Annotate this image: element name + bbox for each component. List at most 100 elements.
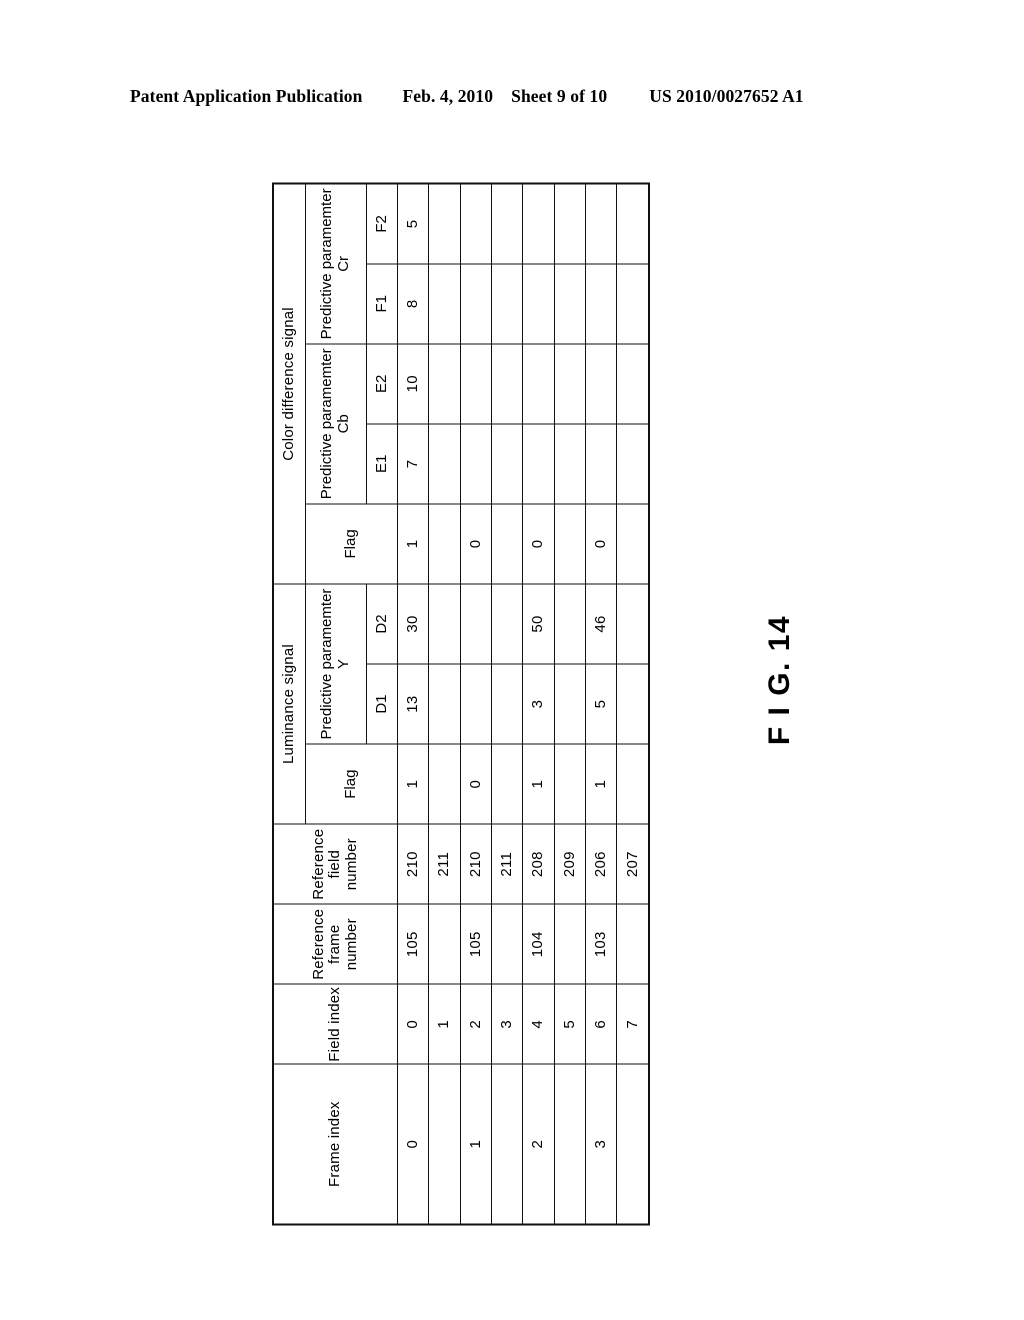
cell-color-e2-cont [616, 343, 649, 424]
cell-luminance-flag-cont [428, 743, 461, 824]
cell-color-e2-cont [554, 343, 586, 424]
cell-reference-field-number-b: 211 [491, 823, 523, 904]
header-luminance-predictive-parameter-y: Predictive paramemter Y [305, 583, 367, 744]
header-color-difference-signal: Color difference signal [273, 183, 306, 584]
cell-reference-frame-number: 105 [397, 903, 429, 984]
header-frame-index: Frame index [273, 1063, 398, 1224]
cell-color-e2: 10 [397, 343, 429, 424]
cell-luminance-d2-cont [491, 583, 523, 664]
header-f1: F1 [366, 263, 398, 344]
cell-color-e1-cont [554, 423, 586, 504]
figure-caption: F I G. 14 [700, 600, 860, 760]
cell-field-index-b: 3 [491, 983, 523, 1064]
cell-color-flag-cont [554, 503, 586, 584]
cell-color-e1 [585, 423, 617, 504]
cell-field-index-a: 6 [585, 983, 617, 1064]
header-color-predictive-parameter-cr: Predictive paramemter Cr [305, 183, 367, 344]
cell-field-index-a: 4 [522, 983, 555, 1064]
cell-reference-frame-number: 105 [460, 903, 492, 984]
cell-field-index-a: 2 [460, 983, 492, 1064]
cell-reference-frame-number-cont [428, 903, 461, 984]
figure-caption-text: F I G. 14 [763, 614, 796, 746]
cell-luminance-d2: 50 [522, 583, 555, 664]
cell-luminance-d2: 46 [585, 583, 617, 664]
cell-color-e1 [522, 423, 555, 504]
header-row-level-1: Frame index Field index Reference frame … [273, 183, 398, 1224]
cell-color-e1-cont [491, 423, 523, 504]
cell-reference-field-number-a: 210 [460, 823, 492, 904]
table-row: 2 4 104 208 1 3 50 0 [522, 183, 555, 1224]
header-e2: E2 [366, 343, 398, 424]
cell-frame-index-cont [491, 1063, 523, 1224]
header-reference-frame-number: Reference frame number [273, 903, 398, 984]
cell-luminance-d2-cont [554, 583, 586, 664]
table-row-sub: 3 211 [491, 183, 523, 1224]
cell-frame-index-cont [428, 1063, 461, 1224]
header-d1: D1 [366, 663, 398, 744]
rotated-table-wrapper: Frame index Field index Reference frame … [272, 182, 650, 1225]
cell-reference-frame-number-cont [554, 903, 586, 984]
cell-color-f2 [522, 183, 555, 264]
cell-color-e1-cont [616, 423, 649, 504]
cell-luminance-d1-cont [428, 663, 461, 744]
cell-color-f2: 5 [397, 183, 429, 264]
header-e1: E1 [366, 423, 398, 504]
cell-color-f1 [460, 263, 492, 344]
cell-color-e2-cont [428, 343, 461, 424]
cell-color-flag: 0 [522, 503, 555, 584]
cell-frame-index: 0 [397, 1063, 429, 1224]
table-row-sub: 7 207 [616, 183, 649, 1224]
table-row-sub: 5 209 [554, 183, 586, 1224]
cell-color-e1-cont [428, 423, 461, 504]
cell-color-f2-cont [616, 183, 649, 264]
cell-color-f2-cont [491, 183, 523, 264]
cell-reference-field-number-a: 208 [522, 823, 555, 904]
table-row: 3 6 103 206 1 5 46 0 [585, 183, 617, 1224]
cell-color-f2-cont [554, 183, 586, 264]
cell-color-f1: 8 [397, 263, 429, 344]
cell-luminance-flag: 1 [585, 743, 617, 824]
cell-frame-index: 3 [585, 1063, 617, 1224]
cell-color-flag-cont [428, 503, 461, 584]
cell-field-index-a: 0 [397, 983, 429, 1064]
cell-color-e1 [460, 423, 492, 504]
cell-luminance-flag-cont [491, 743, 523, 824]
table-row: 0 0 105 210 1 13 30 1 7 10 8 5 [397, 183, 429, 1224]
header-luminance-flag: Flag [305, 743, 398, 824]
cell-luminance-d1: 13 [397, 663, 429, 744]
cell-color-e1: 7 [397, 423, 429, 504]
header-d2: D2 [366, 583, 398, 664]
rotated-table-inner: Frame index Field index Reference frame … [272, 182, 650, 1225]
figure-stage: Frame index Field index Reference frame … [0, 0, 1024, 1320]
cell-reference-field-number-b: 207 [616, 823, 649, 904]
cell-frame-index-cont [554, 1063, 586, 1224]
cell-color-f1 [585, 263, 617, 344]
reference-picture-table: Frame index Field index Reference frame … [272, 182, 650, 1225]
cell-reference-field-number-b: 209 [554, 823, 586, 904]
cell-color-flag-cont [616, 503, 649, 584]
cell-luminance-d2 [460, 583, 492, 664]
header-color-flag: Flag [305, 503, 398, 584]
cell-reference-field-number-b: 211 [428, 823, 461, 904]
cell-color-e2 [585, 343, 617, 424]
cell-luminance-flag: 1 [522, 743, 555, 824]
cell-color-f2-cont [428, 183, 461, 264]
cell-reference-field-number-a: 206 [585, 823, 617, 904]
cell-reference-frame-number: 103 [585, 903, 617, 984]
cell-color-f1-cont [616, 263, 649, 344]
cell-field-index-b: 7 [616, 983, 649, 1064]
cell-luminance-flag-cont [554, 743, 586, 824]
cell-frame-index: 1 [460, 1063, 492, 1224]
cell-frame-index: 2 [522, 1063, 555, 1224]
cell-color-flag: 1 [397, 503, 429, 584]
cell-field-index-b: 5 [554, 983, 586, 1064]
cell-luminance-d2: 30 [397, 583, 429, 664]
cell-luminance-d1: 5 [585, 663, 617, 744]
header-f2: F2 [366, 183, 398, 264]
header-reference-field-number: Reference field number [273, 823, 398, 904]
cell-color-f2 [585, 183, 617, 264]
cell-luminance-d1: 3 [522, 663, 555, 744]
cell-color-f1-cont [554, 263, 586, 344]
cell-color-f1-cont [428, 263, 461, 344]
cell-color-f1-cont [491, 263, 523, 344]
